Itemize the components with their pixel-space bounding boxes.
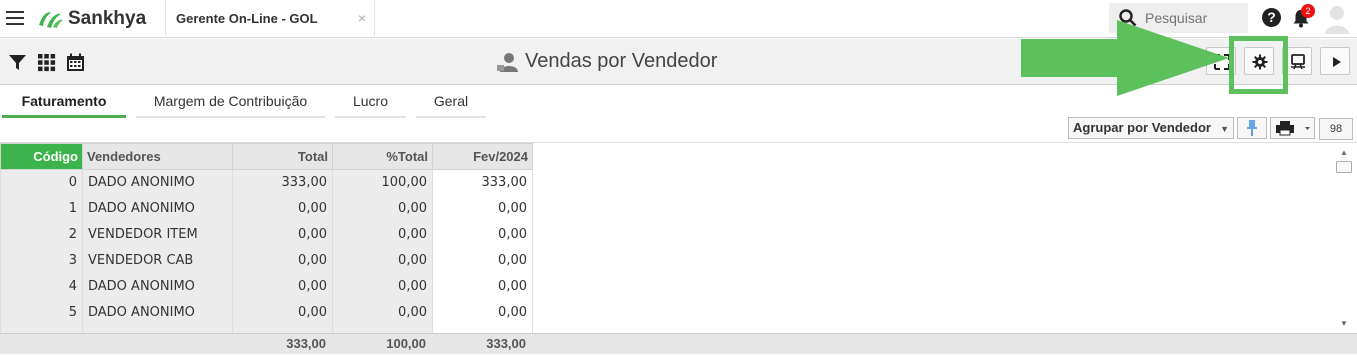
scroll-up-icon[interactable]: ▲ <box>1340 148 1348 157</box>
cell-total: 0,00 <box>232 273 333 300</box>
dropdown-arrow-icon: ▼ <box>1220 124 1229 134</box>
header-pct-total[interactable]: %Total <box>332 143 433 170</box>
tab-gerente-online[interactable]: Gerente On-Line - GOL × <box>165 0 375 36</box>
scrollbar-thumb[interactable] <box>1336 161 1352 173</box>
play-icon <box>1333 57 1341 67</box>
group-by-value: Agrupar por Vendedor <box>1073 120 1211 135</box>
report-tabs: Faturamento Margem de Contribuição Lucro… <box>0 88 1357 118</box>
group-by-select[interactable]: Agrupar por Vendedor ▼ <box>1068 117 1234 139</box>
cell-vendedor: DADO ANONIMO <box>82 195 233 222</box>
cell-codigo: 1 <box>0 195 83 222</box>
table-row[interactable]: 1 DADO ANONIMO 0,00 0,00 0,00 <box>0 195 533 222</box>
header-vendedores[interactable]: Vendedores <box>82 143 233 170</box>
cell-codigo: 3 <box>0 247 83 274</box>
grid-view-icon[interactable] <box>37 53 56 72</box>
cell-total: 0,00 <box>232 247 333 274</box>
cell-pct-total: 0,00 <box>332 247 433 274</box>
vertical-scrollbar[interactable]: ▲ ▼ <box>1336 143 1353 333</box>
cell-fev-2024: 0,00 <box>432 247 533 274</box>
logo[interactable]: Sankhya <box>35 7 146 31</box>
cell-total: 0,00 <box>232 195 333 222</box>
cell-fev-2024: 0,00 <box>432 273 533 300</box>
cell-pct-total: 0,00 <box>332 221 433 248</box>
cell-total: 333,00 <box>232 169 333 196</box>
pin-button[interactable] <box>1237 117 1267 139</box>
tab-lucro[interactable]: Lucro <box>335 88 406 118</box>
pct-total-sum: 100,00 <box>386 336 426 351</box>
totals-row: 333,00 100,00 333,00 <box>0 333 1357 354</box>
tab-geral[interactable]: Geral <box>416 88 486 118</box>
help-icon[interactable]: ? <box>1262 8 1281 27</box>
cell-pct-total: 0,00 <box>332 273 433 300</box>
notification-badge: 2 <box>1301 4 1315 18</box>
table-row[interactable]: 3 VENDEDOR CAB 0,00 0,00 0,00 <box>0 247 533 274</box>
cell-vendedor: DADO ANONIMO <box>82 299 233 326</box>
cell-codigo: 2 <box>0 221 83 248</box>
run-button[interactable] <box>1320 47 1350 75</box>
table-row[interactable]: 4 DADO ANONIMO 0,00 0,00 0,00 <box>0 273 533 300</box>
cell-pct-total: 100,00 <box>332 169 433 196</box>
cell-vendedor: DADO ANONIMO <box>82 273 233 300</box>
table-header-row: Código Vendedores Total %Total Fev/2024 <box>0 143 533 170</box>
cell-fev-2024: 0,00 <box>432 221 533 248</box>
cell-fev-2024: 0,00 <box>432 195 533 222</box>
total-sum: 333,00 <box>286 336 326 351</box>
settings-highlight-box <box>1229 36 1288 94</box>
cell-vendedor: VENDEDOR CAB <box>82 247 233 274</box>
cell-total: 0,00 <box>232 299 333 326</box>
tab-label: Gerente On-Line - GOL <box>176 10 318 26</box>
app-root: Sankhya Gerente On-Line - GOL × ? 2 <box>0 0 1357 355</box>
tab-margem-contribuicao[interactable]: Margem de Contribuição <box>136 88 325 118</box>
printer-icon <box>1276 121 1310 136</box>
cell-vendedor: DADO ANONIMO <box>82 169 233 196</box>
print-button[interactable] <box>1270 117 1315 139</box>
header-fev-2024[interactable]: Fev/2024 <box>432 143 533 170</box>
cell-codigo: 0 <box>0 169 83 196</box>
sales-table: Código Vendedores Total %Total Fev/2024 … <box>0 143 533 334</box>
table-row[interactable]: 2 VENDEDOR ITEM 0,00 0,00 0,00 <box>0 221 533 248</box>
cell-pct-total: 0,00 <box>332 195 433 222</box>
avatar[interactable] <box>1324 4 1350 34</box>
close-icon[interactable]: × <box>358 10 366 26</box>
cell-fev-2024: 333,00 <box>432 169 533 196</box>
page-title-text: Vendas por Vendedor <box>525 50 718 72</box>
table-row[interactable]: 5 DADO ANONIMO 0,00 0,00 0,00 <box>0 299 533 326</box>
record-count[interactable]: 98 <box>1319 118 1353 140</box>
scroll-down-icon[interactable]: ▼ <box>1340 319 1348 328</box>
cell-total: 0,00 <box>232 221 333 248</box>
calendar-icon[interactable] <box>66 53 85 72</box>
header-total[interactable]: Total <box>232 143 333 170</box>
sankhya-logo-icon <box>39 12 63 28</box>
cell-vendedor: VENDEDOR ITEM <box>82 221 233 248</box>
cell-codigo: 4 <box>0 273 83 300</box>
header-codigo[interactable]: Código <box>0 143 83 170</box>
fev-2024-sum: 333,00 <box>486 336 526 351</box>
salesperson-icon <box>497 52 518 72</box>
menu-icon[interactable] <box>6 11 24 26</box>
tab-faturamento[interactable]: Faturamento <box>2 88 126 118</box>
filter-icon[interactable] <box>8 53 27 72</box>
monitor-icon <box>1291 54 1305 70</box>
cell-fev-2024: 0,00 <box>432 299 533 326</box>
logo-text: Sankhya <box>68 8 147 29</box>
table-row[interactable]: 0 DADO ANONIMO 333,00 100,00 333,00 <box>0 169 533 196</box>
arrow-annotation-icon <box>1021 20 1229 96</box>
data-grid: Código Vendedores Total %Total Fev/2024 … <box>0 142 1357 354</box>
cell-pct-total: 0,00 <box>332 299 433 326</box>
pin-icon <box>1247 120 1257 136</box>
page-title: Vendas por Vendedor <box>497 50 717 73</box>
cell-codigo: 5 <box>0 299 83 326</box>
